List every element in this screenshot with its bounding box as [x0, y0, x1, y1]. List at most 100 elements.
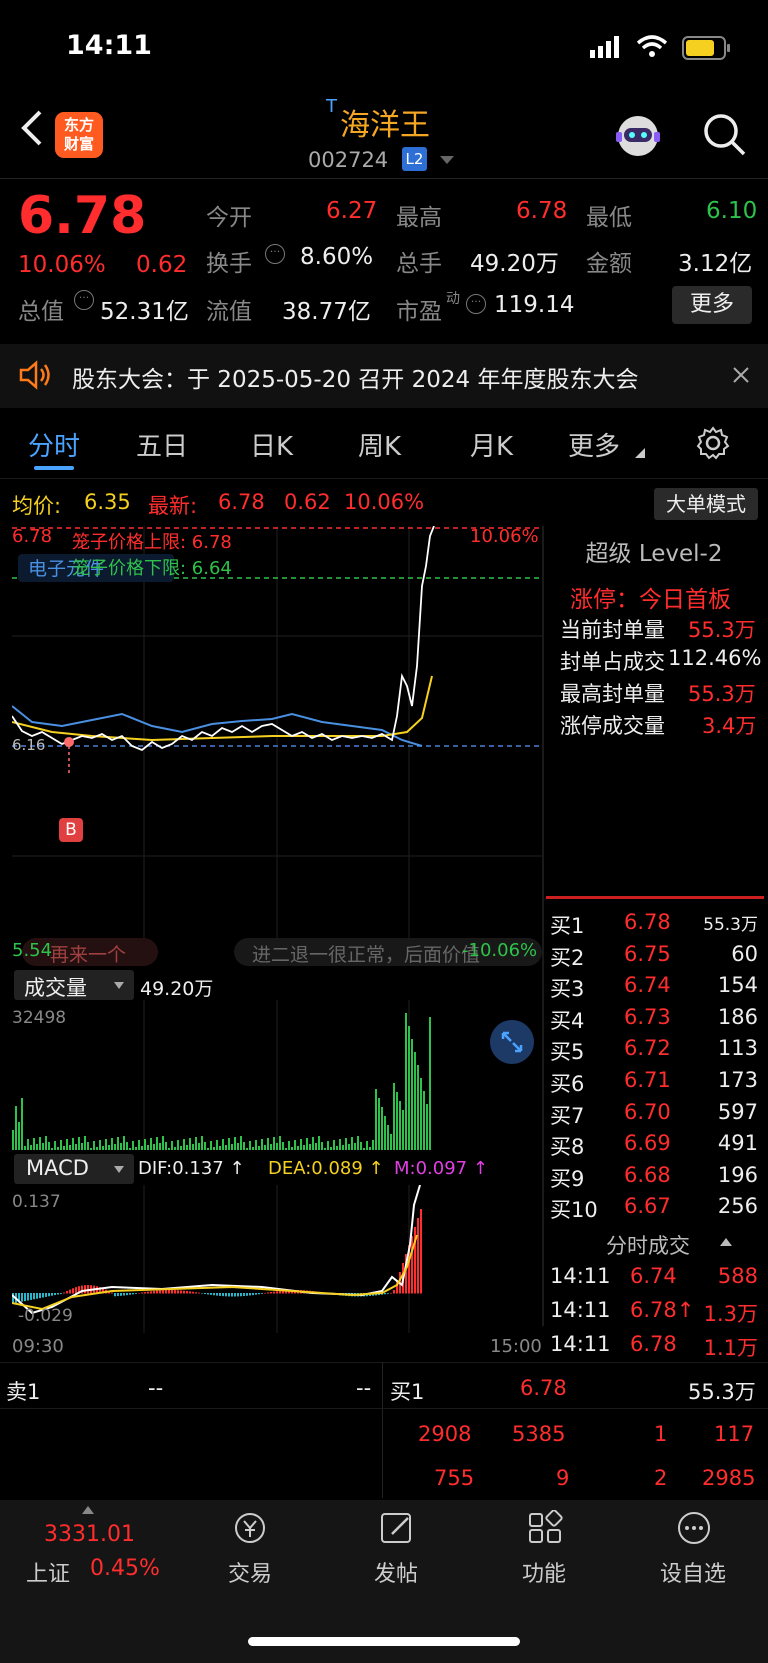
buy-point-dot — [64, 737, 74, 747]
volume-bar — [315, 1143, 317, 1150]
nav-functions-label[interactable]: 功能 — [522, 1556, 566, 1588]
nav-watchlist[interactable] — [674, 1510, 714, 1550]
volume-bar — [255, 1140, 257, 1150]
tick-price: 6.78↑ — [630, 1298, 695, 1322]
info-icon[interactable]: ··· — [74, 290, 94, 310]
volume-bar — [114, 1144, 116, 1150]
volume-bar — [132, 1141, 134, 1150]
nav-post-label[interactable]: 发帖 — [374, 1556, 418, 1588]
expand-button[interactable] — [490, 1020, 534, 1064]
summary-cell: 1 — [654, 1422, 668, 1446]
chart-top-price: 6.78 — [12, 526, 53, 547]
index-value[interactable]: 3331.01 — [44, 1522, 135, 1547]
summary-cell: 2908 — [418, 1422, 472, 1446]
volume-bar — [27, 1139, 29, 1150]
info-icon[interactable]: ··· — [265, 244, 285, 264]
volume-label[interactable]: 成交量 — [24, 972, 87, 1002]
grid-icon — [529, 1509, 563, 1543]
notice-text[interactable]: 股东大会：于 2025-05-20 召开 2024 年年度股东大会 — [72, 360, 638, 394]
volume-bar — [171, 1141, 173, 1150]
buy-marker[interactable]: B — [59, 818, 83, 842]
tick-qty: 1.3万 — [703, 1302, 758, 1326]
volume-chart[interactable] — [12, 1000, 542, 1150]
macd-bar — [420, 1209, 422, 1294]
volume-bar — [51, 1148, 53, 1150]
volume-bar — [165, 1142, 167, 1150]
volume-bar — [348, 1144, 350, 1150]
time-start: 09:30 — [12, 1336, 64, 1357]
volume-bar — [294, 1140, 296, 1150]
macd-label[interactable]: MACD — [26, 1156, 89, 1180]
summary-cell: 9 — [556, 1466, 570, 1490]
macd-m: M:0.097 ↑ — [394, 1158, 488, 1179]
more-quote-button[interactable]: 更多 — [672, 286, 752, 324]
level2-title[interactable]: 超级 Level-2 — [544, 534, 764, 568]
macd-bar — [189, 1291, 191, 1294]
app-logo: 东方 财富 — [55, 112, 103, 158]
macd-chart[interactable] — [12, 1185, 542, 1333]
back-icon[interactable] — [18, 108, 48, 148]
macd-bar — [150, 1291, 152, 1294]
big-order-mode-button[interactable]: 大单模式 — [654, 488, 758, 520]
tab-weekly-k[interactable]: 周K — [358, 426, 401, 463]
dropdown-icon — [114, 1166, 124, 1173]
macd-bar — [144, 1292, 146, 1294]
volume-bar — [249, 1141, 251, 1150]
macd-bar — [141, 1292, 143, 1294]
cellular-signal-icon — [590, 36, 619, 58]
volume-bar — [237, 1143, 239, 1150]
info-icon[interactable]: ··· — [466, 294, 486, 314]
settings-gear-icon[interactable] — [696, 426, 730, 460]
bid-label: 买5 — [550, 1040, 585, 1065]
close-icon[interactable] — [732, 366, 750, 384]
tab-more[interactable]: 更多 — [568, 426, 620, 463]
macd-bar — [156, 1290, 158, 1294]
speaker-icon — [19, 360, 50, 390]
macd-bar — [42, 1293, 44, 1298]
tab-daily-k[interactable]: 日K — [250, 426, 293, 463]
l2-label-3: 涨停成交量 — [560, 714, 665, 738]
tab-intraday[interactable]: 分时 — [28, 426, 80, 463]
stock-name[interactable]: 海洋王 — [340, 100, 430, 144]
macd-bar — [252, 1293, 254, 1296]
tab-5day[interactable]: 五日 — [136, 426, 188, 463]
volume-bar — [231, 1144, 233, 1150]
nav-trade-label[interactable]: 交易 — [228, 1556, 272, 1588]
dea-line — [12, 1234, 418, 1311]
volume-bar — [204, 1142, 206, 1150]
sell1-price: -- — [148, 1376, 164, 1400]
volume-bar — [180, 1146, 182, 1150]
tab-monthly-k[interactable]: 月K — [470, 426, 513, 463]
nav-post[interactable] — [378, 1510, 418, 1550]
macd-bar — [123, 1293, 125, 1296]
turnover-label: 换手 — [206, 251, 252, 277]
volume-bar — [267, 1138, 269, 1150]
macd-bar — [255, 1293, 257, 1295]
t0-badge: T — [326, 96, 337, 117]
volume-total: 49.20万 — [140, 978, 214, 1000]
chevron-down-icon[interactable] — [440, 156, 454, 166]
low-value: 6.10 — [706, 198, 758, 224]
index-pct[interactable]: 0.45% — [90, 1556, 160, 1581]
ticks-title[interactable]: 分时成交 — [606, 1230, 690, 1260]
bid-price: 6.69 — [624, 1131, 671, 1156]
macd-bar — [390, 1292, 392, 1294]
nav-watchlist-label[interactable]: 设自选 — [660, 1556, 726, 1588]
intraday-chart[interactable] — [12, 526, 542, 966]
nav-functions[interactable] — [526, 1509, 566, 1550]
macd-bar — [195, 1292, 197, 1294]
volume-bar — [420, 1078, 422, 1150]
volume-bar — [129, 1148, 131, 1150]
index-name[interactable]: 上证 — [26, 1556, 70, 1588]
macd-bar — [129, 1293, 131, 1295]
search-icon[interactable] — [700, 110, 748, 158]
summary-cell: 2 — [654, 1466, 668, 1490]
volume-bar — [246, 1148, 248, 1150]
robot-assistant-icon[interactable] — [612, 112, 664, 160]
volume-bar — [351, 1137, 353, 1150]
macd-bar — [33, 1293, 35, 1300]
tick-price: 6.74 — [630, 1264, 677, 1288]
volume-bar — [252, 1147, 254, 1150]
macd-bar — [60, 1293, 62, 1294]
caret-up-icon[interactable] — [720, 1238, 732, 1246]
